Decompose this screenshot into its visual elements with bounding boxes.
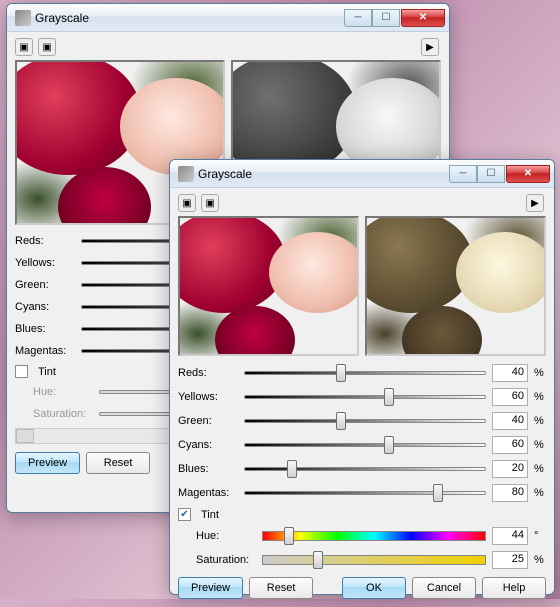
close-button[interactable]: ✕ [401,9,445,27]
magentas-label: Magentas: [15,345,75,357]
help-button[interactable]: Help [482,577,546,599]
channel-unit: % [534,463,546,475]
saturation-slider[interactable] [262,552,486,568]
grayscale-dialog-front: Grayscale ─ ☐ ✕ ▣ ▣ ▶ Reds: 40% Yellows: 60… [169,159,555,595]
channel-slider[interactable] [244,461,486,477]
tint-checkbox[interactable] [15,365,28,378]
channel-slider[interactable] [244,485,486,501]
window-title: Grayscale [35,11,344,25]
window-title: Grayscale [198,167,449,181]
minimize-button[interactable]: ─ [449,165,477,183]
channel-value[interactable]: 40 [492,364,528,382]
tint-label: Tint [201,509,219,521]
toolbar-btn-minus-icon[interactable]: ▣ [15,38,33,56]
saturation-label: Saturation: [196,554,256,566]
app-icon [178,166,194,182]
channel-value[interactable]: 60 [492,436,528,454]
saturation-label: Saturation: [33,408,93,420]
tint-label: Tint [38,366,56,378]
channel-label: Green: [178,415,238,427]
channel-value[interactable]: 60 [492,388,528,406]
blues-label: Blues: [15,323,75,335]
titlebar[interactable]: Grayscale ─ ☐ ✕ [170,160,554,188]
yellows-label: Yellows: [15,257,75,269]
reset-button[interactable]: Reset [86,452,150,474]
reds-label: Reds: [15,235,75,247]
toolbar-btn-plus-icon[interactable]: ▣ [38,38,56,56]
titlebar[interactable]: Grayscale ─ ☐ ✕ [7,4,449,32]
channel-value[interactable]: 20 [492,460,528,478]
hue-unit: ° [534,530,546,542]
cancel-button[interactable]: Cancel [412,577,476,599]
toolbar-btn-play-icon[interactable]: ▶ [526,194,544,212]
ok-button[interactable]: OK [342,577,406,599]
channel-unit: % [534,391,546,403]
preview-result [365,216,546,356]
maximize-button[interactable]: ☐ [477,165,505,183]
preview-button[interactable]: Preview [15,452,80,474]
hue-label: Hue: [196,530,256,542]
minimize-button[interactable]: ─ [344,9,372,27]
channel-slider[interactable] [244,389,486,405]
toolbar-btn-minus-icon[interactable]: ▣ [178,194,196,212]
channel-label: Yellows: [178,391,238,403]
maximize-button[interactable]: ☐ [372,9,400,27]
saturation-value[interactable]: 25 [492,551,528,569]
saturation-unit: % [534,554,546,566]
close-button[interactable]: ✕ [506,165,550,183]
channel-unit: % [534,415,546,427]
hue-value[interactable]: 44 [492,527,528,545]
cyans-label: Cyans: [15,301,75,313]
tint-checkbox[interactable]: ✔ [178,508,191,521]
channel-label: Blues: [178,463,238,475]
preview-original [178,216,359,356]
channel-label: Cyans: [178,439,238,451]
channel-unit: % [534,367,546,379]
hue-label: Hue: [33,386,93,398]
green-label: Green: [15,279,75,291]
preview-button[interactable]: Preview [178,577,243,599]
channel-slider[interactable] [244,437,486,453]
toolbar-btn-play-icon[interactable]: ▶ [421,38,439,56]
hue-slider[interactable] [262,528,486,544]
channel-slider[interactable] [244,413,486,429]
channel-value[interactable]: 40 [492,412,528,430]
channel-unit: % [534,439,546,451]
toolbar-btn-plus-icon[interactable]: ▣ [201,194,219,212]
channel-label: Reds: [178,367,238,379]
channel-unit: % [534,487,546,499]
channel-label: Magentas: [178,487,238,499]
channel-value[interactable]: 80 [492,484,528,502]
reset-button[interactable]: Reset [249,577,313,599]
channel-slider[interactable] [244,365,486,381]
app-icon [15,10,31,26]
